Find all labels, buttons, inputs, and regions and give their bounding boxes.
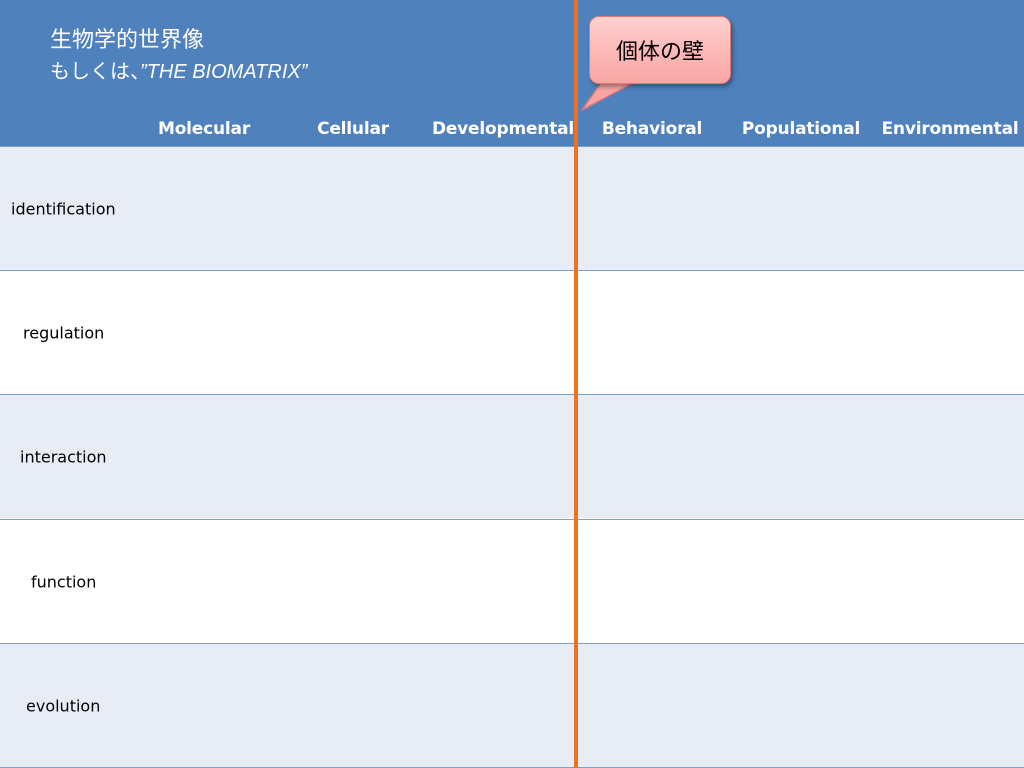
row-label-evolution: evolution [26,696,101,715]
title-line-1: 生物学的世界像 [50,28,205,53]
row-label-identification: identification [11,199,116,218]
matrix-row-regulation: regulation [0,270,1024,394]
column-header-environmental: Environmental [881,119,1019,139]
callout-text: 個体の壁 [615,40,704,65]
matrix-row-interaction: interaction [0,394,1024,518]
matrix-row-function: function [0,519,1024,643]
title-prefix: もしくは、 [50,59,140,83]
title-english: ”THE BIOMATRIX” [140,61,308,83]
column-header-populational: Populational [741,119,861,139]
callout-box: 個体の壁 [589,16,731,84]
column-header-developmental: Developmental [431,119,575,139]
column-header-behavioral: Behavioral [601,119,703,139]
row-label-interaction: interaction [20,447,107,466]
column-header-cellular: Cellular [317,119,389,139]
row-label-regulation: regulation [23,323,105,342]
column-header-molecular: Molecular [157,119,250,139]
matrix-row-identification: identification [0,146,1024,270]
matrix-row-evolution: evolution [0,643,1024,767]
slide-header: 生物学的世界像 もしくは、”THE BIOMATRIX” Molecular C… [0,0,1024,146]
slide-title: 生物学的世界像 もしくは、”THE BIOMATRIX” [50,26,307,87]
row-label-function: function [31,572,97,591]
title-line-2: もしくは、”THE BIOMATRIX” [50,56,307,87]
